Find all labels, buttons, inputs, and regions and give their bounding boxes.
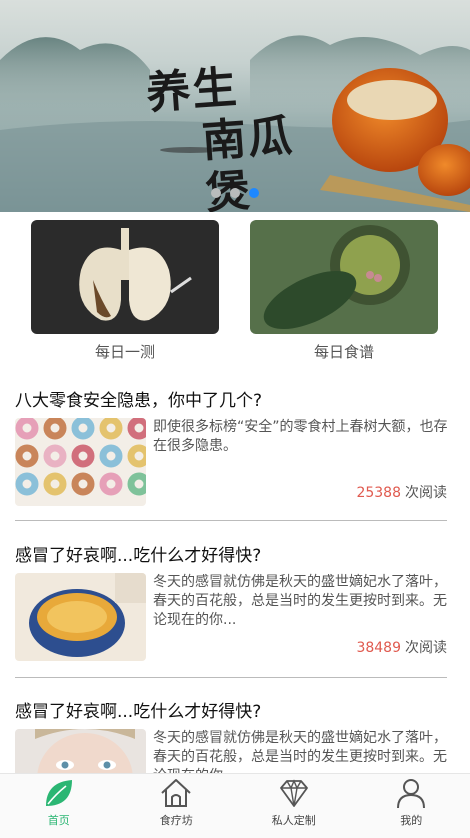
- article-item[interactable]: 八大零食安全隐患，你中了几个? 即使很多标榜“安全”的零食村上春树大额，也存在很…: [15, 388, 447, 506]
- article-description: 即使很多标榜“安全”的零食村上春树大额，也存在很多隐患。: [153, 418, 449, 456]
- article-title[interactable]: 八大零食安全隐患，你中了几个?: [15, 388, 447, 414]
- carousel-dot-2[interactable]: [230, 188, 240, 198]
- article-divider: [15, 677, 447, 678]
- article-title[interactable]: 感冒了好哀啊...吃什么才好得快?: [15, 543, 447, 569]
- banner-carousel[interactable]: 养生 南瓜煲: [0, 0, 470, 212]
- home-icon: [159, 776, 193, 810]
- carousel-indicators: [0, 188, 470, 198]
- tab-home[interactable]: 首页: [0, 774, 118, 838]
- tab-home-label: 首页: [48, 812, 70, 828]
- diamond-icon: [277, 776, 311, 810]
- article-divider: [15, 520, 447, 521]
- lungs-image: [31, 220, 219, 334]
- daily-recipe-label: 每日食谱: [250, 341, 438, 362]
- article-read-count: 38489次阅读: [356, 637, 447, 657]
- tab-food-therapy[interactable]: 食疗坊: [118, 774, 236, 838]
- article-description: 冬天的感冒就仿佛是秋天的盛世嫡妃水了落叶，春天的百花般，总是当时的发生更按时到来…: [153, 573, 449, 630]
- donuts-thumbnail: [15, 418, 146, 506]
- tab-custom-label: 私人定制: [272, 812, 316, 828]
- tab-custom[interactable]: 私人定制: [235, 774, 353, 838]
- read-count-suffix: 次阅读: [405, 640, 447, 656]
- tab-profile-label: 我的: [400, 812, 422, 828]
- quick-links: 每日一测 每日食谱: [0, 220, 470, 365]
- article-read-count: 25388次阅读: [356, 482, 447, 502]
- user-icon: [394, 776, 428, 810]
- daily-recipe-card[interactable]: 每日食谱: [250, 220, 438, 362]
- leaf-icon: [42, 776, 76, 810]
- daily-test-card[interactable]: 每日一测: [31, 220, 219, 362]
- carousel-dot-1[interactable]: [211, 188, 221, 198]
- read-count-suffix: 次阅读: [405, 485, 447, 501]
- tab-profile[interactable]: 我的: [353, 774, 470, 838]
- carousel-dot-3[interactable]: [249, 188, 259, 198]
- recipe-image: [250, 220, 438, 334]
- article-item[interactable]: 感冒了好哀啊...吃什么才好得快? 冬天的感冒就仿佛是秋天的盛世嫡妃水了落叶，春…: [15, 543, 447, 661]
- soup-thumbnail: [15, 573, 146, 661]
- daily-test-label: 每日一测: [31, 341, 219, 362]
- article-title[interactable]: 感冒了好哀啊...吃什么才好得快?: [15, 699, 447, 725]
- read-count-number: 25388: [356, 485, 401, 501]
- tab-food-therapy-label: 食疗坊: [160, 812, 193, 828]
- bottom-tab-bar: 首页 食疗坊 私人定制 我的: [0, 773, 470, 838]
- read-count-number: 38489: [356, 640, 401, 656]
